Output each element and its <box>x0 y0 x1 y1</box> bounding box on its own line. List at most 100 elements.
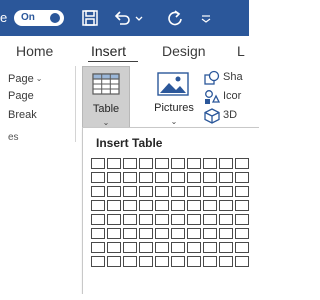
table-grid-cell[interactable] <box>91 172 105 183</box>
table-grid-cell[interactable] <box>139 214 153 225</box>
table-grid-cell[interactable] <box>155 186 169 197</box>
table-grid-cell[interactable] <box>219 172 233 183</box>
table-grid-cell[interactable] <box>235 172 249 183</box>
undo-icon[interactable] <box>112 8 132 28</box>
table-grid-cell[interactable] <box>123 158 137 169</box>
table-grid-cell[interactable] <box>123 214 137 225</box>
table-grid-cell[interactable] <box>139 256 153 267</box>
table-grid-cell[interactable] <box>171 200 185 211</box>
table-icon <box>92 73 120 95</box>
table-grid-cell[interactable] <box>123 186 137 197</box>
cover-page-button[interactable]: Page ⌄ <box>8 73 42 85</box>
table-grid-cell[interactable] <box>139 242 153 253</box>
table-grid-cell[interactable] <box>171 158 185 169</box>
table-grid-cell[interactable] <box>155 200 169 211</box>
table-grid-cell[interactable] <box>171 228 185 239</box>
3d-models-button[interactable]: 3D <box>204 108 259 124</box>
table-grid-cell[interactable] <box>235 158 249 169</box>
cube-icon <box>204 108 220 124</box>
autosave-toggle[interactable]: On <box>14 10 64 26</box>
table-grid-cell[interactable] <box>107 158 121 169</box>
table-grid-cell[interactable] <box>203 186 217 197</box>
undo-dropdown-icon[interactable] <box>134 12 144 24</box>
table-grid-cell[interactable] <box>203 214 217 225</box>
table-grid-cell[interactable] <box>91 228 105 239</box>
table-grid-cell[interactable] <box>235 242 249 253</box>
table-grid-cell[interactable] <box>219 242 233 253</box>
table-grid-cell[interactable] <box>203 242 217 253</box>
table-grid-cell[interactable] <box>91 200 105 211</box>
table-grid-cell[interactable] <box>91 256 105 267</box>
table-grid-cell[interactable] <box>235 200 249 211</box>
table-grid-cell[interactable] <box>187 200 201 211</box>
table-grid-cell[interactable] <box>155 172 169 183</box>
table-grid-cell[interactable] <box>171 242 185 253</box>
pictures-button[interactable]: Pictures ⌄ <box>145 66 199 134</box>
table-grid-cell[interactable] <box>187 172 201 183</box>
icons-button[interactable]: Icor <box>204 89 259 105</box>
table-grid-cell[interactable] <box>235 214 249 225</box>
page-break-button[interactable]: Break <box>8 109 37 121</box>
table-grid-cell[interactable] <box>171 256 185 267</box>
table-grid-cell[interactable] <box>91 242 105 253</box>
table-grid-cell[interactable] <box>203 256 217 267</box>
table-grid-cell[interactable] <box>155 228 169 239</box>
table-grid-cell[interactable] <box>107 214 121 225</box>
table-grid-cell[interactable] <box>187 228 201 239</box>
table-grid-cell[interactable] <box>219 186 233 197</box>
table-grid-cell[interactable] <box>123 172 137 183</box>
table-grid-cell[interactable] <box>187 256 201 267</box>
table-grid-cell[interactable] <box>107 242 121 253</box>
table-grid-cell[interactable] <box>219 228 233 239</box>
table-grid-cell[interactable] <box>107 228 121 239</box>
table-grid-cell[interactable] <box>203 172 217 183</box>
table-grid-cell[interactable] <box>139 186 153 197</box>
table-grid-cell[interactable] <box>91 186 105 197</box>
table-grid-cell[interactable] <box>235 256 249 267</box>
table-grid-cell[interactable] <box>203 200 217 211</box>
tab-layout[interactable]: L <box>237 43 245 59</box>
shapes-button[interactable]: Sha <box>204 70 259 86</box>
table-grid-cell[interactable] <box>187 242 201 253</box>
table-grid-cell[interactable] <box>203 228 217 239</box>
table-grid-cell[interactable] <box>123 228 137 239</box>
table-grid-cell[interactable] <box>107 256 121 267</box>
table-grid-cell[interactable] <box>107 172 121 183</box>
table-grid-cell[interactable] <box>171 214 185 225</box>
table-grid-cell[interactable] <box>187 214 201 225</box>
table-grid-cell[interactable] <box>235 228 249 239</box>
table-grid-cell[interactable] <box>107 200 121 211</box>
table-grid-cell[interactable] <box>171 172 185 183</box>
table-grid-cell[interactable] <box>139 228 153 239</box>
table-grid-cell[interactable] <box>219 200 233 211</box>
table-grid-cell[interactable] <box>91 214 105 225</box>
table-grid-cell[interactable] <box>203 158 217 169</box>
table-grid-cell[interactable] <box>187 186 201 197</box>
save-icon[interactable] <box>80 8 100 28</box>
table-grid-cell[interactable] <box>139 158 153 169</box>
table-grid-cell[interactable] <box>219 256 233 267</box>
tab-home[interactable]: Home <box>16 43 53 59</box>
table-grid-cell[interactable] <box>187 158 201 169</box>
table-grid-cell[interactable] <box>123 200 137 211</box>
customize-qat-icon[interactable] <box>200 11 212 25</box>
table-grid-cell[interactable] <box>139 200 153 211</box>
table-grid-cell[interactable] <box>155 214 169 225</box>
table-grid-cell[interactable] <box>107 186 121 197</box>
table-grid-cell[interactable] <box>123 256 137 267</box>
table-grid-cell[interactable] <box>219 214 233 225</box>
tab-design[interactable]: Design <box>162 43 206 59</box>
table-grid-cell[interactable] <box>91 158 105 169</box>
redo-icon[interactable] <box>165 8 185 28</box>
table-grid-cell[interactable] <box>139 172 153 183</box>
table-grid-cell[interactable] <box>155 242 169 253</box>
table-grid-cell[interactable] <box>171 186 185 197</box>
blank-page-button[interactable]: Page <box>8 90 34 102</box>
table-button[interactable]: Table ⌄ <box>82 66 130 134</box>
table-grid-cell[interactable] <box>155 256 169 267</box>
table-grid-cell[interactable] <box>123 242 137 253</box>
table-grid-cell[interactable] <box>219 158 233 169</box>
tab-insert[interactable]: Insert <box>91 43 126 59</box>
table-grid-cell[interactable] <box>235 186 249 197</box>
table-grid-cell[interactable] <box>155 158 169 169</box>
